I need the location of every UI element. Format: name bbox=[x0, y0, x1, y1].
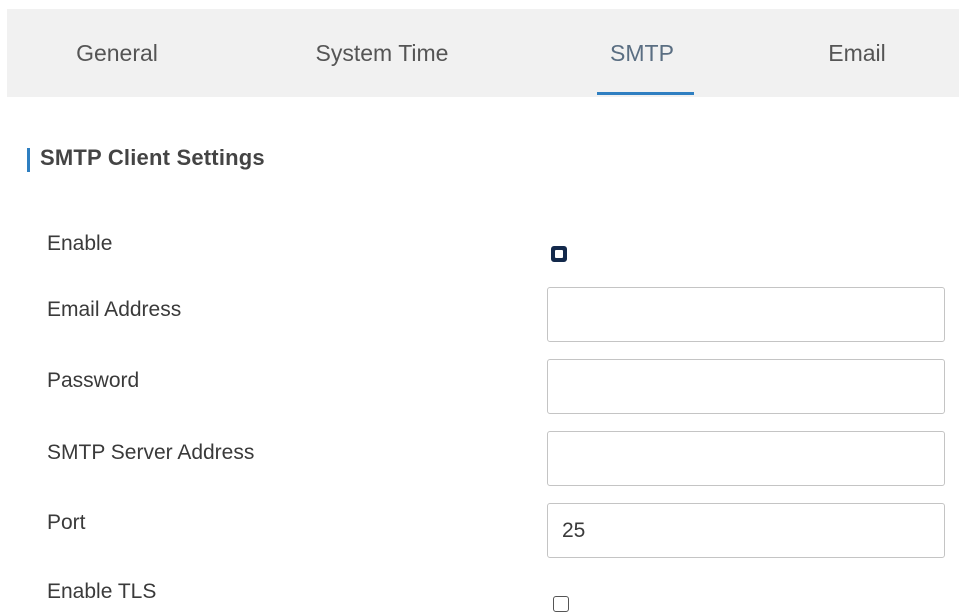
password-input[interactable] bbox=[547, 359, 945, 414]
tab-bar: General System Time SMTP Email bbox=[7, 9, 959, 97]
tab-smtp[interactable]: SMTP bbox=[590, 9, 694, 97]
enable-tls-checkbox[interactable] bbox=[553, 596, 569, 612]
smtp-server-address-input[interactable] bbox=[547, 431, 945, 486]
port-label: Port bbox=[47, 511, 86, 534]
tab-email[interactable]: Email bbox=[802, 9, 912, 97]
enable-label: Enable bbox=[47, 232, 113, 255]
active-tab-indicator bbox=[597, 92, 694, 95]
smtp-server-address-label: SMTP Server Address bbox=[47, 441, 255, 464]
section-accent-bar bbox=[27, 148, 30, 172]
checkmark-icon bbox=[555, 250, 563, 258]
port-input[interactable] bbox=[547, 503, 945, 558]
tab-system-time[interactable]: System Time bbox=[267, 9, 497, 97]
tab-general[interactable]: General bbox=[43, 9, 191, 97]
password-label: Password bbox=[47, 369, 140, 392]
smtp-settings-page: General System Time SMTP Email SMTP Clie… bbox=[0, 0, 959, 614]
email-address-label: Email Address bbox=[47, 298, 182, 321]
email-address-input[interactable] bbox=[547, 287, 945, 342]
enable-checkbox[interactable] bbox=[551, 246, 567, 262]
enable-tls-label: Enable TLS bbox=[47, 580, 157, 603]
section-title: SMTP Client Settings bbox=[40, 145, 265, 170]
